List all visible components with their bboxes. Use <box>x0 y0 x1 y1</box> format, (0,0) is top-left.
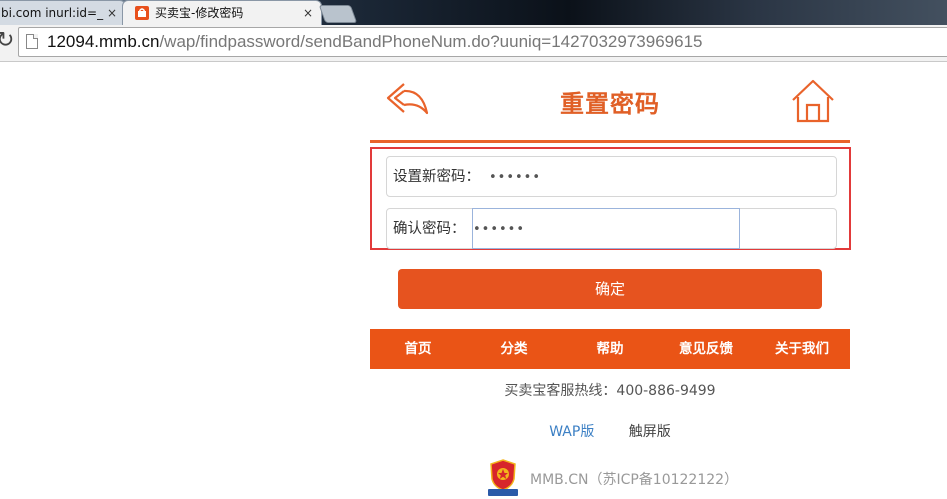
confirm-password-field[interactable]: 确认密码： •••••• <box>386 208 837 249</box>
tab-close-icon[interactable]: × <box>107 1 117 25</box>
new-password-input[interactable]: •••••• <box>489 157 541 198</box>
address-bar[interactable]: 12094.mmb.cn/wap/findpassword/sendBandPh… <box>18 27 947 57</box>
wap-version-link[interactable]: WAP版 <box>549 421 594 441</box>
footer-nav-help[interactable]: 帮助 <box>562 329 658 369</box>
new-password-field[interactable]: 设置新密码： •••••• <box>386 156 837 197</box>
home-icon[interactable] <box>790 78 836 124</box>
page-icon <box>26 34 38 49</box>
tab-title: bi.com inurl:id=_ <box>1 6 104 20</box>
version-links: WAP版 触屏版 <box>370 421 850 441</box>
icp-text: MMB.CN（苏ICP备10122122） <box>530 472 739 488</box>
confirm-password-value: •••••• <box>473 222 526 237</box>
new-password-label: 设置新密码： <box>393 169 480 185</box>
confirm-password-input[interactable]: •••••• <box>472 208 740 249</box>
url-path: /wap/findpassword/sendBandPhoneNum.do?uu… <box>159 32 703 51</box>
new-tab-button[interactable] <box>318 5 358 23</box>
footer-nav-category[interactable]: 分类 <box>466 329 562 369</box>
footer-nav-about[interactable]: 关于我们 <box>754 329 850 369</box>
browser-tab-inactive[interactable]: bi.com inurl:id=_ × <box>0 0 126 25</box>
url-text[interactable]: 12094.mmb.cn/wap/findpassword/sendBandPh… <box>47 28 702 56</box>
confirm-button[interactable]: 确定 <box>398 269 822 309</box>
touch-version-link[interactable]: 触屏版 <box>629 421 671 441</box>
reload-icon[interactable]: ↻ <box>0 29 14 53</box>
police-badge-icon <box>488 459 518 496</box>
header-divider <box>370 140 850 143</box>
page-header: 重置密码 <box>370 62 850 144</box>
tab-title: 买卖宝-修改密码 <box>155 6 244 20</box>
browser-tab-strip: bi.com inurl:id=_ × 买卖宝-修改密码 × <box>0 0 947 25</box>
footer-nav-home[interactable]: 首页 <box>370 329 466 369</box>
url-host: 12094.mmb.cn <box>47 32 160 51</box>
footer-nav-feedback[interactable]: 意见反馈 <box>658 329 754 369</box>
password-form: 设置新密码： •••••• 确认密码： •••••• <box>370 147 851 250</box>
service-hotline: 买卖宝客服热线：400-886-9499 <box>504 383 716 399</box>
tab-close-icon[interactable]: × <box>303 1 313 25</box>
browser-tab-active[interactable]: 买卖宝-修改密码 × <box>122 0 322 25</box>
confirm-password-label: 确认密码： <box>393 221 466 237</box>
browser-toolbar: ↻ 12094.mmb.cn/wap/findpassword/sendBand… <box>0 25 947 62</box>
mmb-favicon-icon <box>135 6 149 20</box>
page-title: 重置密码 <box>560 90 660 118</box>
footer-nav: 首页 分类 帮助 意见反馈 关于我们 <box>370 329 850 369</box>
